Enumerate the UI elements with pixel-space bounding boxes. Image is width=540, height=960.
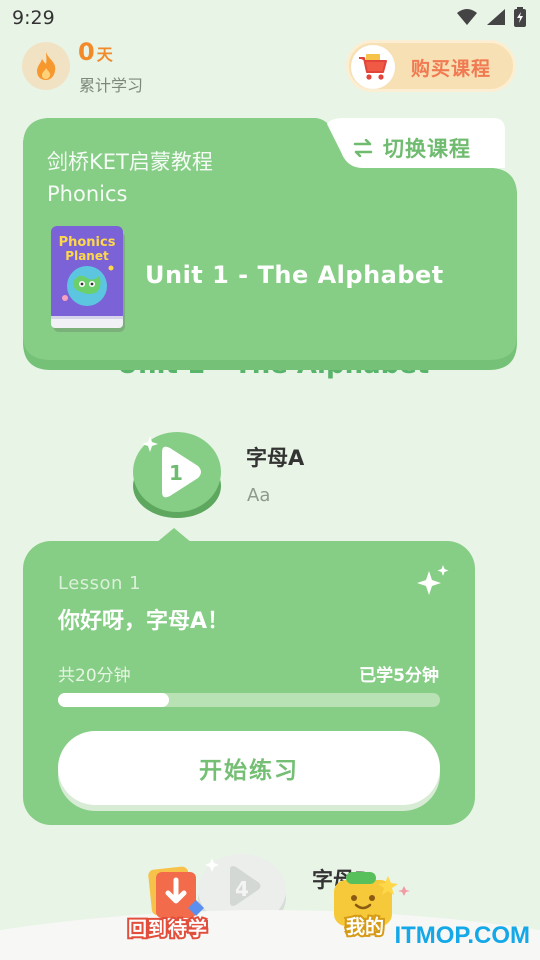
- buy-course-label: 购买课程: [411, 58, 492, 80]
- lesson-name: 字母A: [246, 446, 305, 470]
- lesson-node-1[interactable]: 1: [132, 428, 222, 520]
- flame-icon: [37, 52, 56, 80]
- start-practice-label: 开始练习: [199, 758, 299, 784]
- course-title: 剑桥KET启蒙教程: [47, 150, 213, 174]
- streak-flame-badge: [22, 42, 70, 90]
- buy-icon-wrap: [351, 45, 395, 89]
- status-bar: 9:29: [0, 0, 540, 36]
- back-to-pending-button[interactable]: 回到待学: [126, 866, 218, 946]
- sparkle-icon: [417, 565, 449, 595]
- lesson-card: Lesson 1 你好呀，字母A！ 共20分钟 已学5分钟 开始练习: [23, 541, 475, 825]
- switch-course-button[interactable]: 切换课程: [353, 128, 471, 168]
- learned-time: 已学5分钟: [359, 666, 439, 686]
- progress-bar: [58, 693, 440, 707]
- lesson-subtitle: Aa: [247, 485, 271, 506]
- battery-icon: [514, 7, 526, 27]
- unit-title: Unit 1 - The Alphabet: [145, 261, 444, 289]
- switch-course-label: 切换课程: [383, 137, 471, 161]
- wifi-icon: [457, 9, 477, 25]
- course-subtitle: Phonics: [47, 182, 128, 206]
- lesson-number: Lesson 1: [58, 573, 142, 594]
- lesson-node-number: 1: [169, 461, 183, 485]
- next-node-number: 4: [235, 877, 249, 901]
- mine-label: 我的: [344, 914, 386, 940]
- streak-label: 累计学习: [79, 76, 144, 95]
- watermark-text: ITMOP.COM: [394, 922, 530, 949]
- streak-unit: 天: [96, 45, 113, 64]
- status-time: 9:29: [12, 7, 55, 29]
- status-icons: [456, 7, 526, 27]
- book-cover-image: Phonics Planet: [51, 226, 125, 332]
- streak-number: 0: [78, 38, 95, 66]
- lesson-title: 你好呀，字母A！: [58, 609, 230, 634]
- course-card: 切换课程 剑桥KET启蒙教程 Phonics Phonics Planet Un…: [23, 118, 517, 370]
- svg-text:Phonics: Phonics: [59, 235, 116, 250]
- swap-arrows-icon: [353, 139, 373, 157]
- back-to-pending-label: 回到待学: [126, 916, 209, 942]
- svg-text:Planet: Planet: [65, 249, 109, 263]
- total-time: 共20分钟: [58, 666, 131, 686]
- streak-value: 0天: [78, 38, 113, 66]
- shopping-cart-icon: [359, 54, 387, 80]
- signal-icon: [487, 9, 505, 25]
- progress-fill: [58, 693, 169, 707]
- start-practice-button[interactable]: 开始练习: [58, 731, 440, 805]
- lesson-node-badge: 1: [133, 432, 221, 518]
- buy-course-button[interactable]: 购买课程: [346, 40, 516, 92]
